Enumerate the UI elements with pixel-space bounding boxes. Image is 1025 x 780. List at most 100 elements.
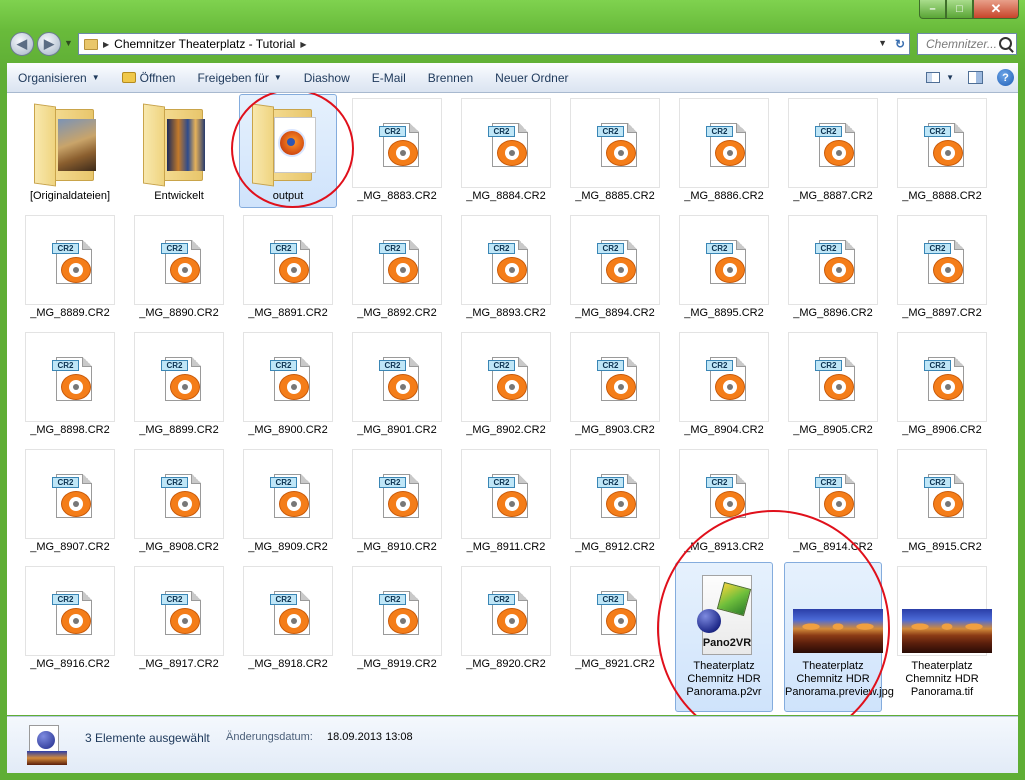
file-view[interactable]: [Originaldateien] Entwickelt output CR2 _MG_… [7, 93, 1018, 715]
file-name: _MG_8883.CR2 [357, 190, 437, 202]
file-item[interactable]: CR2 _MG_8903.CR2 [566, 328, 664, 442]
burn-button[interactable]: Brennen [417, 71, 484, 85]
recent-pages-dropdown[interactable]: ▼ [64, 38, 73, 48]
file-item[interactable]: CR2 _MG_8890.CR2 [130, 211, 228, 325]
chevron-right-icon[interactable]: ▶ [103, 40, 109, 49]
folder-item[interactable]: output [239, 94, 337, 208]
file-item[interactable]: CR2 _MG_8901.CR2 [348, 328, 446, 442]
cr2-file-icon: CR2 [461, 215, 551, 305]
file-name: _MG_8894.CR2 [575, 307, 655, 319]
help-icon[interactable]: ? [997, 69, 1014, 86]
view-options-icon[interactable] [926, 72, 941, 83]
file-item[interactable]: CR2 _MG_8898.CR2 [21, 328, 119, 442]
cr2-file-icon: CR2 [461, 566, 551, 656]
panorama-thumbnail [788, 566, 883, 656]
cr2-file-icon: CR2 [679, 449, 769, 539]
search-icon[interactable] [999, 37, 1012, 50]
file-item[interactable]: CR2 _MG_8902.CR2 [457, 328, 555, 442]
new-folder-button[interactable]: Neuer Ordner [484, 71, 579, 85]
folder-item[interactable]: [Originaldateien] [21, 94, 119, 208]
file-item[interactable]: CR2 _MG_8899.CR2 [130, 328, 228, 442]
file-item[interactable]: Theaterplatz Chemnitz HDR Panorama.tif [893, 562, 992, 698]
file-name: _MG_8918.CR2 [248, 658, 328, 670]
file-name: _MG_8904.CR2 [684, 424, 764, 436]
cr2-file-icon: CR2 [897, 449, 987, 539]
share-button[interactable]: Freigeben für ▼ [186, 71, 292, 85]
file-item[interactable]: CR2 _MG_8894.CR2 [566, 211, 664, 325]
open-button[interactable]: Öffnen [111, 71, 187, 85]
caret-down-icon: ▼ [91, 73, 100, 82]
email-button[interactable]: E-Mail [361, 71, 417, 85]
file-item[interactable]: CR2 _MG_8885.CR2 [566, 94, 664, 208]
file-item[interactable]: CR2 _MG_8919.CR2 [348, 562, 446, 676]
file-item[interactable]: CR2 _MG_8912.CR2 [566, 445, 664, 559]
breadcrumb-item[interactable]: Chemnitzer Theaterplatz - Tutorial [114, 37, 295, 51]
forward-button[interactable]: ▶ [37, 32, 61, 56]
file-name: _MG_8891.CR2 [248, 307, 328, 319]
close-button[interactable]: ✕ [973, 0, 1019, 19]
file-item[interactable]: CR2 _MG_8897.CR2 [893, 211, 991, 325]
file-item[interactable]: Theaterplatz Chemnitz HDR Panorama.previ… [784, 562, 894, 712]
file-item[interactable]: CR2 _MG_8892.CR2 [348, 211, 446, 325]
organize-button[interactable]: Organisieren ▼ [7, 71, 111, 85]
cr2-file-icon: CR2 [134, 449, 224, 539]
file-item[interactable]: CR2 _MG_8891.CR2 [239, 211, 337, 325]
slideshow-button[interactable]: Diashow [293, 71, 361, 85]
cr2-file-icon: CR2 [352, 215, 442, 305]
file-item[interactable]: CR2 _MG_8883.CR2 [348, 94, 446, 208]
panorama-thumbnail [897, 566, 992, 656]
file-item[interactable]: CR2 _MG_8896.CR2 [784, 211, 882, 325]
file-item[interactable]: CR2 _MG_8910.CR2 [348, 445, 446, 559]
file-name: _MG_8911.CR2 [466, 541, 546, 553]
back-button[interactable]: ◀ [10, 32, 34, 56]
file-item[interactable]: CR2 _MG_8900.CR2 [239, 328, 337, 442]
maximize-button[interactable]: □ [946, 0, 973, 19]
file-item[interactable]: CR2 _MG_8904.CR2 [675, 328, 773, 442]
file-item[interactable]: CR2 _MG_8913.CR2 [675, 445, 773, 559]
chevron-down-icon[interactable]: ▼ [878, 38, 887, 48]
file-item[interactable]: CR2 _MG_8914.CR2 [784, 445, 882, 559]
file-item[interactable]: CR2 _MG_8908.CR2 [130, 445, 228, 559]
file-item[interactable]: CR2 _MG_8909.CR2 [239, 445, 337, 559]
file-item[interactable]: CR2 _MG_8917.CR2 [130, 562, 228, 676]
preview-pane-icon[interactable] [968, 71, 983, 84]
cr2-file-icon: CR2 [679, 215, 769, 305]
address-bar[interactable]: ▶ Chemnitzer Theaterplatz - Tutorial ▶ ▼… [78, 33, 910, 55]
file-item[interactable]: CR2 _MG_8905.CR2 [784, 328, 882, 442]
file-item[interactable]: CR2 _MG_8907.CR2 [21, 445, 119, 559]
file-name: output [272, 190, 304, 202]
file-item[interactable]: CR2 _MG_8906.CR2 [893, 328, 991, 442]
cr2-file-icon: CR2 [461, 332, 551, 422]
file-item[interactable]: CR2 _MG_8888.CR2 [893, 94, 991, 208]
minimize-button[interactable]: – [919, 0, 946, 19]
organize-label: Organisieren [18, 70, 87, 85]
file-item[interactable]: CR2 _MG_8887.CR2 [784, 94, 882, 208]
file-name: _MG_8907.CR2 [30, 541, 110, 553]
burn-label: Brennen [427, 70, 474, 85]
file-item[interactable]: CR2 _MG_8916.CR2 [21, 562, 119, 676]
file-item[interactable]: CR2 _MG_8893.CR2 [457, 211, 555, 325]
arrow-right-icon: ▶ [44, 36, 54, 51]
search-input[interactable]: Chemnitzer... [917, 33, 1017, 55]
file-item[interactable]: CR2 _MG_8920.CR2 [457, 562, 555, 676]
folder-icon [134, 98, 224, 188]
cr2-file-icon: CR2 [788, 449, 878, 539]
modified-date-label: Änderungsdatum: [226, 731, 313, 743]
file-item[interactable]: CR2 _MG_8895.CR2 [675, 211, 773, 325]
caret-down-icon[interactable]: ▼ [946, 73, 954, 82]
file-item[interactable]: CR2 _MG_8886.CR2 [675, 94, 773, 208]
cr2-file-icon: CR2 [25, 215, 115, 305]
folder-item[interactable]: Entwickelt [130, 94, 228, 208]
file-name: _MG_8897.CR2 [902, 307, 982, 319]
chevron-right-icon[interactable]: ▶ [300, 40, 306, 49]
file-item[interactable]: CR2 _MG_8889.CR2 [21, 211, 119, 325]
refresh-icon[interactable]: ↻ [895, 37, 905, 51]
file-item[interactable]: CR2 _MG_8915.CR2 [893, 445, 991, 559]
file-item[interactable]: CR2 _MG_8918.CR2 [239, 562, 337, 676]
file-item[interactable]: CR2 _MG_8921.CR2 [566, 562, 664, 676]
file-item[interactable]: CR2 _MG_8884.CR2 [457, 94, 555, 208]
file-item[interactable]: CR2 _MG_8911.CR2 [457, 445, 555, 559]
file-item[interactable]: Pano2VR Theaterplatz Chemnitz HDR Panoram… [675, 562, 773, 712]
details-pane: 3 Elemente ausgewählt Änderungsdatum: 18… [7, 716, 1018, 773]
cr2-file-icon: CR2 [897, 215, 987, 305]
